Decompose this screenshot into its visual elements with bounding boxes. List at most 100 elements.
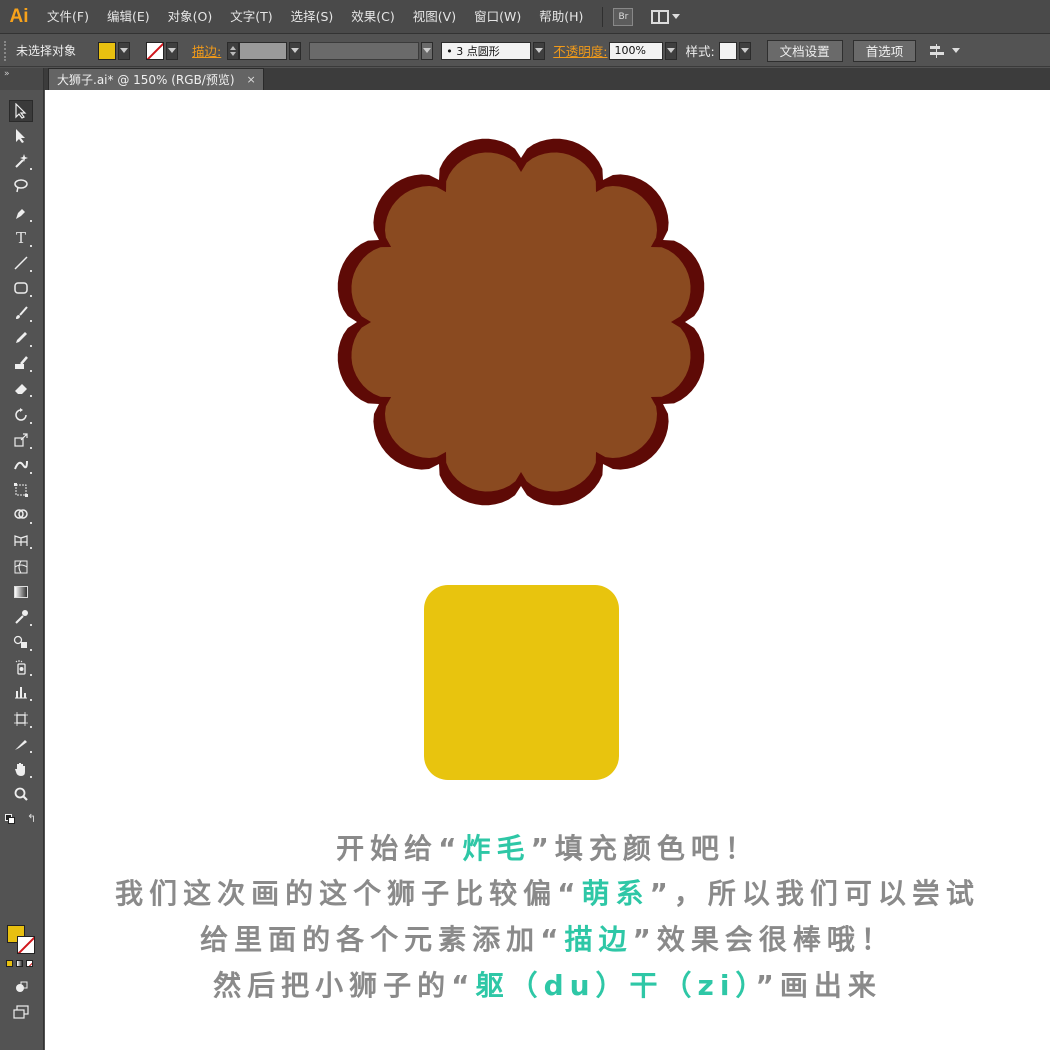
caption-highlight: 躯（du）干（zi）: [475, 969, 756, 1002]
opacity-dropdown[interactable]: [665, 41, 678, 60]
stroke-color-box[interactable]: [17, 936, 35, 954]
menu-effect[interactable]: 效果(C): [342, 0, 403, 34]
document-tab-title: 大狮子.ai* @ 150% (RGB/预览): [57, 73, 235, 87]
menu-file[interactable]: 文件(F): [38, 0, 98, 34]
variable-width-profile[interactable]: [309, 41, 420, 60]
stroke-weight-spinner[interactable]: [227, 41, 240, 60]
line-tool-icon[interactable]: [9, 252, 33, 274]
caption-text: ”效果会很棒哦！: [632, 923, 895, 956]
default-colors-icon[interactable]: [5, 814, 15, 824]
slice-tool-icon[interactable]: [9, 733, 33, 755]
caption-line-1: 开始给“炸毛”填充颜色吧！: [45, 827, 1050, 867]
menu-help[interactable]: 帮助(H): [530, 0, 592, 34]
menu-type[interactable]: 文字(T): [221, 0, 281, 34]
chevron-down-icon: [667, 48, 676, 53]
lion-mane-shape[interactable]: [337, 138, 705, 506]
caption-line-4: 然后把小狮子的“躯（du）干（zi）”画出来: [45, 964, 1050, 1004]
gradient-tool-icon[interactable]: [9, 581, 33, 603]
mesh-tool-icon[interactable]: [9, 556, 33, 578]
warp-tool-icon[interactable]: [9, 454, 33, 476]
document-tab[interactable]: 大狮子.ai* @ 150% (RGB/预览) ×: [48, 68, 264, 90]
symbol-sprayer-tool-icon[interactable]: [9, 656, 33, 678]
caption-text: 然后把小狮子的“: [213, 969, 476, 1002]
document-tab-bar: 大狮子.ai* @ 150% (RGB/预览) ×: [44, 68, 1050, 90]
selection-tool-icon[interactable]: [9, 100, 33, 122]
fill-dropdown[interactable]: [118, 41, 131, 60]
magic-wand-tool-icon[interactable]: [9, 150, 33, 172]
document-setup-button[interactable]: 文档设置: [766, 39, 843, 62]
blend-tool-icon[interactable]: [9, 631, 33, 653]
perspective-grid-tool-icon[interactable]: [9, 529, 33, 551]
app-logo: Ai: [9, 5, 29, 27]
screen-mode-icon[interactable]: [9, 1001, 33, 1023]
panel-grip[interactable]: [4, 40, 10, 61]
fill-swatch[interactable]: [98, 41, 117, 60]
caption-highlight: 炸毛: [462, 832, 531, 865]
menu-window[interactable]: 窗口(W): [465, 0, 530, 34]
preferences-button[interactable]: 首选项: [852, 39, 917, 62]
lasso-tool-icon[interactable]: [9, 175, 33, 197]
brush-dropdown[interactable]: [533, 41, 546, 60]
pen-tool-icon[interactable]: [9, 202, 33, 224]
caption-highlight: 萌系: [581, 877, 650, 910]
stroke-label[interactable]: 描边:: [192, 41, 221, 60]
caption-text: ”，所以我们可以尝试: [649, 877, 980, 910]
toolbox-collapse[interactable]: »: [0, 68, 44, 90]
drawing-mode-icon[interactable]: [9, 976, 33, 998]
profile-dropdown[interactable]: [421, 41, 434, 60]
hand-tool-icon[interactable]: [9, 758, 33, 780]
align-icon[interactable]: [930, 43, 946, 58]
caption-text: ”填充颜色吧！: [530, 832, 759, 865]
menu-select[interactable]: 选择(S): [282, 0, 343, 34]
zoom-tool-icon[interactable]: [9, 783, 33, 805]
chevron-down-icon: [672, 14, 681, 19]
color-mode-icon[interactable]: [6, 960, 13, 967]
chevron-down-icon: [535, 48, 544, 53]
caption-line-2: 我们这次画的这个狮子比较偏“萌系”，所以我们可以尝试: [45, 872, 1050, 912]
rotate-tool-icon[interactable]: [9, 404, 33, 426]
bridge-button[interactable]: Br: [613, 7, 634, 26]
menu-edit[interactable]: 编辑(E): [98, 0, 159, 34]
style-dropdown[interactable]: [738, 41, 751, 60]
chevron-down-icon: [168, 48, 177, 53]
caption-text: 开始给“: [336, 832, 463, 865]
opacity-input[interactable]: 100%: [609, 41, 664, 60]
stroke-dropdown[interactable]: [166, 41, 179, 60]
paintbrush-tool-icon[interactable]: [9, 302, 33, 324]
stroke-weight-input[interactable]: [239, 41, 288, 60]
column-graph-tool-icon[interactable]: [9, 681, 33, 703]
menu-view[interactable]: 视图(V): [404, 0, 465, 34]
none-mode-icon[interactable]: [26, 960, 33, 967]
workspace-switcher[interactable]: [651, 9, 681, 24]
rounded-square-shape[interactable]: [424, 585, 619, 780]
graphic-style-swatch[interactable]: [718, 41, 737, 60]
arrow-up-icon: [230, 45, 237, 50]
swap-colors-icon[interactable]: ↰: [27, 812, 36, 825]
menu-object[interactable]: 对象(O): [159, 0, 222, 34]
eyedropper-tool-icon[interactable]: [9, 606, 33, 628]
pencil-tool-icon[interactable]: [9, 327, 33, 349]
mane-fill: [351, 152, 691, 492]
chevron-down-icon[interactable]: [952, 48, 961, 53]
gradient-mode-icon[interactable]: [16, 960, 23, 967]
type-tool-icon[interactable]: T: [9, 227, 33, 249]
caption-text: ”画出来: [755, 969, 882, 1002]
eraser-tool-icon[interactable]: [9, 377, 33, 399]
rectangle-tool-icon[interactable]: [9, 277, 33, 299]
brush-definition[interactable]: • 3 点圆形: [441, 41, 532, 60]
blob-brush-tool-icon[interactable]: [9, 352, 33, 374]
caption-text: 我们这次画的这个狮子比较偏“: [115, 877, 582, 910]
shape-builder-tool-icon[interactable]: [9, 504, 33, 526]
chevron-down-icon: [291, 48, 300, 53]
free-transform-tool-icon[interactable]: [9, 479, 33, 501]
artboard-canvas[interactable]: 开始给“炸毛”填充颜色吧！ 我们这次画的这个狮子比较偏“萌系”，所以我们可以尝试…: [45, 90, 1050, 1050]
opacity-label[interactable]: 不透明度:: [553, 41, 607, 60]
scale-tool-icon[interactable]: [9, 429, 33, 451]
chevron-down-icon: [740, 48, 749, 53]
stroke-weight-dropdown[interactable]: [289, 41, 302, 60]
direct-selection-tool-icon[interactable]: [9, 125, 33, 147]
stroke-swatch[interactable]: [146, 41, 165, 60]
artboard-tool-icon[interactable]: [9, 708, 33, 730]
arrow-down-icon: [230, 51, 237, 56]
close-icon[interactable]: ×: [247, 73, 256, 86]
